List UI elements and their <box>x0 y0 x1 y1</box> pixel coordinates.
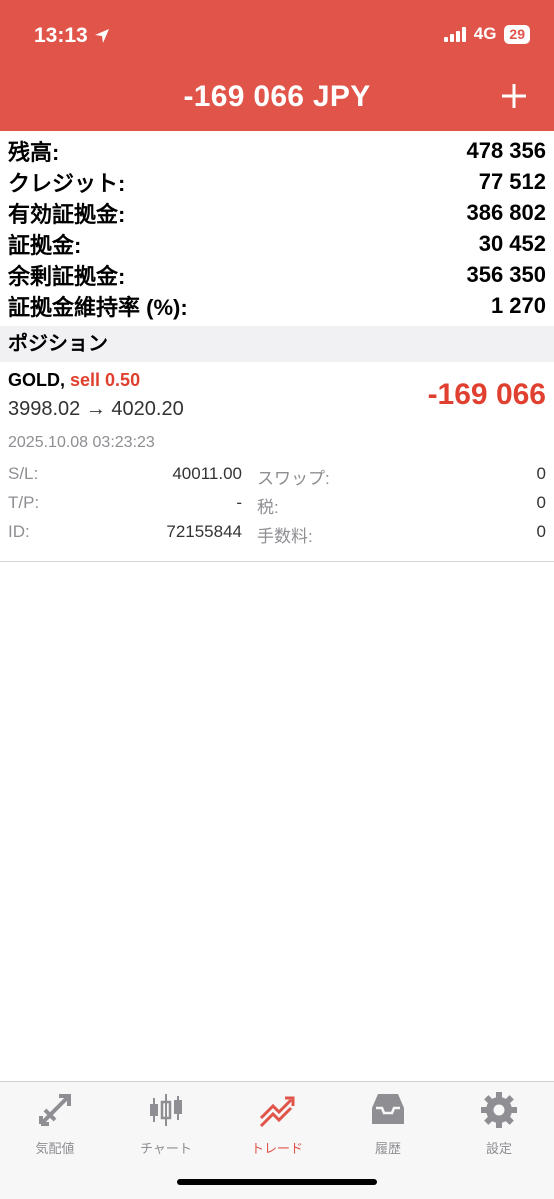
tab-quotes[interactable]: 気配値 <box>0 1090 110 1157</box>
tab-label: チャート <box>140 1141 192 1156</box>
position-item[interactable]: GOLD, sell 0.50 3998.02 → 4020.20 -169 0… <box>0 362 554 562</box>
symbol-name: GOLD, <box>8 370 65 390</box>
trade-icon <box>259 1096 295 1128</box>
tab-label: 設定 <box>485 1141 512 1156</box>
battery-icon: 29 <box>504 24 530 44</box>
position-prices: 3998.02 → 4020.20 <box>8 398 184 420</box>
tab-label: トレード <box>250 1141 303 1156</box>
account-value: 77 512 <box>478 168 546 194</box>
account-label: 証拠金維持率 (%): <box>8 294 188 320</box>
chart-icon <box>150 1094 182 1126</box>
account-label: 余剰証拠金: <box>8 263 126 289</box>
account-value: 386 802 <box>466 199 546 225</box>
account-row-equity: 有効証拠金: 386 802 <box>0 197 554 228</box>
detail-row: S/L: 40011.00 スワップ: 0 <box>0 464 554 492</box>
detail-label: スワップ: <box>257 469 330 488</box>
account-row-margin-level: 証拠金維持率 (%): 1 270 <box>0 290 554 321</box>
app-header: 13:13 4G 29 -169 066 JPY <box>0 0 554 131</box>
account-value: 478 356 <box>466 137 546 163</box>
detail-value: 0 <box>536 493 546 512</box>
account-row-balance: 残高: 478 356 <box>0 135 554 166</box>
detail-label: S/L: <box>8 464 39 483</box>
account-label: 残高: <box>8 139 60 165</box>
account-row-margin: 証拠金: 30 452 <box>0 228 554 259</box>
tab-settings[interactable]: 設定 <box>444 1090 554 1157</box>
status-time-text: 13:13 <box>34 24 88 47</box>
detail-label: T/P: <box>8 493 40 512</box>
tab-trade[interactable]: トレード <box>222 1090 332 1157</box>
tab-history[interactable]: 履歴 <box>333 1090 443 1157</box>
account-label: 有効証拠金: <box>8 201 126 227</box>
detail-value: 0 <box>536 522 546 541</box>
account-value: 30 452 <box>478 230 546 256</box>
signal-icon <box>443 26 466 42</box>
position-open-time: 2025.10.08 03:23:23 <box>8 434 155 451</box>
account-value: 356 350 <box>466 261 546 287</box>
detail-value: 72155844 <box>166 522 242 541</box>
location-arrow-icon <box>94 28 110 44</box>
tab-label: 気配値 <box>35 1141 75 1156</box>
detail-row: T/P: - 税: 0 <box>0 493 554 521</box>
account-value: 1 270 <box>490 292 546 318</box>
tab-label: 履歴 <box>374 1141 401 1156</box>
positions-section-header: ポジション <box>0 326 554 362</box>
status-time: 13:13 <box>34 24 110 48</box>
detail-value: 0 <box>536 464 546 483</box>
account-label: クレジット: <box>8 170 126 196</box>
detail-label: ID: <box>8 522 30 541</box>
home-indicator[interactable] <box>177 1179 377 1185</box>
quotes-icon <box>39 1094 71 1126</box>
position-profit: -169 066 <box>427 378 546 411</box>
detail-row: ID: 72155844 手数料: 0 <box>0 522 554 550</box>
detail-value: 40011.00 <box>172 464 242 483</box>
detail-label: 税: <box>257 498 279 517</box>
account-label: 証拠金: <box>8 232 82 258</box>
status-indicators: 4G 29 <box>443 24 530 44</box>
add-order-button[interactable] <box>498 78 530 114</box>
settings-icon <box>481 1092 517 1128</box>
network-type: 4G <box>473 24 497 43</box>
account-row-credit: クレジット: 77 512 <box>0 166 554 197</box>
plus-icon <box>502 84 526 108</box>
page-title: -169 066 JPY <box>183 80 371 113</box>
position-symbol: GOLD, sell 0.50 <box>8 370 140 391</box>
account-row-free-margin: 余剰証拠金: 356 350 <box>0 259 554 290</box>
tab-chart[interactable]: チャート <box>111 1090 221 1157</box>
position-side: sell 0.50 <box>70 370 141 390</box>
detail-label: 手数料: <box>257 527 313 546</box>
detail-value: - <box>236 493 242 512</box>
history-icon <box>372 1094 404 1124</box>
account-summary: 残高: 478 356 クレジット: 77 512 有効証拠金: 386 802… <box>0 135 554 321</box>
